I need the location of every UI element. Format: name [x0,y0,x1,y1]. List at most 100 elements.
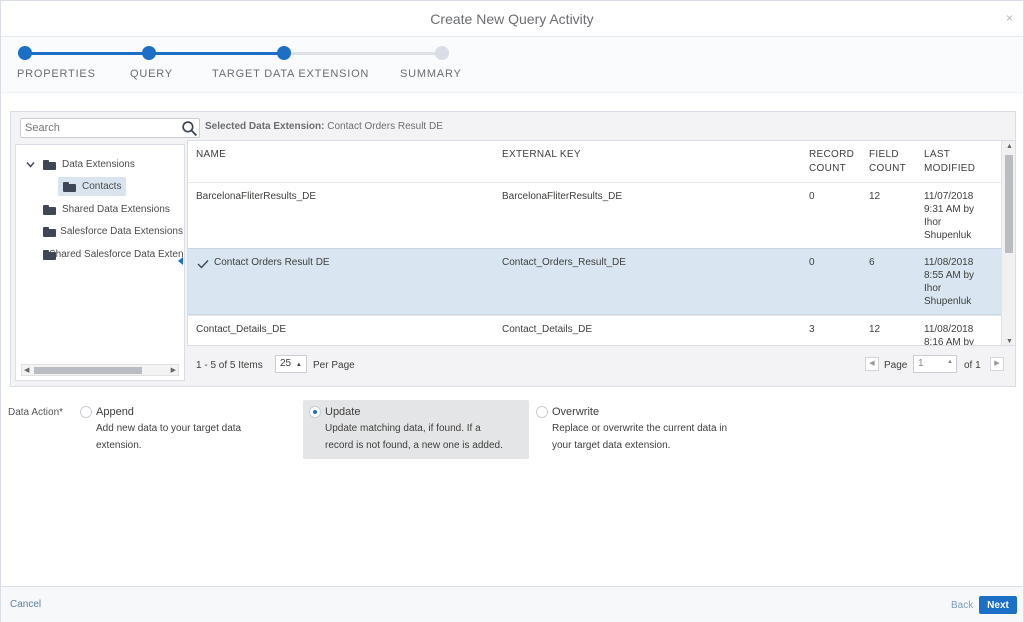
tree-item-shared-data-extensions[interactable]: Shared Data Extensions [43,204,170,215]
step-dot-target-data-extension[interactable] [277,46,291,60]
column-header-last-modified[interactable]: LAST MODIFIED [924,148,975,176]
cell-last-modified: 11/07/2018 9:31 AM by Ihor Shupenluk [924,190,974,242]
column-header-field-count[interactable]: FIELD COUNT [869,148,906,176]
option-append[interactable]: Append Add new data to your target data … [76,400,296,459]
tree-item-contacts[interactable]: Contacts [58,177,127,196]
previous-page-button[interactable]: ◀ [865,357,879,371]
step-dot-summary [435,46,449,60]
description-line: your target data extension. [552,440,671,451]
scroll-left-icon[interactable]: ◀ [24,366,29,374]
option-description: Update matching data, if found. If a rec… [325,420,503,454]
folder-tree-panel: Data Extensions Contacts Shared Data Ext… [15,144,185,381]
cell-external-key: Contact_Orders_Result_DE [502,257,626,268]
option-description: Add new data to your target data extensi… [96,420,241,454]
column-header-external-key[interactable]: EXTERNAL KEY [502,148,581,162]
modified-line: 8:16 AM by [924,337,975,346]
items-count: 1 - 5 of 5 Items [196,360,263,371]
close-icon[interactable]: × [1006,11,1013,25]
modal-footer: Cancel Back Next [1,586,1023,622]
folder-icon [43,226,57,237]
search-box[interactable] [20,118,200,138]
step-label-target-data-extension[interactable]: TARGET DATA EXTENSION [212,68,369,80]
column-header-name[interactable]: NAME [196,148,226,162]
update-radio[interactable] [309,406,321,418]
overwrite-radio[interactable] [536,406,548,418]
collapse-panel-icon[interactable] [178,257,183,265]
description-line: extension. [96,440,142,451]
stepper-icon[interactable]: ▲ [947,359,953,365]
table-row[interactable]: Contact_Details_DE Contact_Details_DE 3 … [188,315,1001,346]
scrollbar-thumb[interactable] [1005,155,1013,253]
description-line: record is not found, a new one is added. [325,440,503,451]
column-header-line: LAST [924,149,951,160]
modified-line: 11/08/2018 [924,257,974,268]
cell-external-key: Contact_Details_DE [502,324,593,335]
modified-line: 9:31 AM by [924,204,975,215]
page-total: of 1 [964,360,981,371]
description-line: Update matching data, if found. If a [325,423,481,434]
table-row[interactable]: Contact Orders Result DE Contact_Orders_… [188,248,1001,315]
modified-line: Shupenluk [924,296,972,307]
tree-horizontal-scrollbar[interactable]: ◀ ▶ [21,364,179,376]
step-dot-query[interactable] [142,46,156,60]
query-activity-modal: Create New Query Activity × PROPERTIES Q… [0,0,1024,622]
tree-item-salesforce-data-extensions[interactable]: Salesforce Data Extensions [43,226,183,237]
tree-item-label: Shared Data Extensions [62,204,170,215]
back-button[interactable]: Back [951,600,973,611]
next-button[interactable]: Next [979,596,1017,614]
scroll-up-icon[interactable]: ▲ [1006,143,1013,150]
search-icon[interactable] [181,120,198,137]
selected-data-extension: Selected Data Extension: Contact Orders … [205,121,443,132]
caret-up-icon: ▲ [295,362,302,368]
cell-name: Contact Orders Result DE [214,257,330,268]
cell-field-count: 12 [869,324,881,335]
tree-item-data-extensions[interactable]: Data Extensions [26,159,135,170]
cell-last-modified: 11/08/2018 8:55 AM by Ihor Shupenluk [924,256,974,308]
cell-record-count: 0 [809,257,815,268]
cancel-button[interactable]: Cancel [10,599,41,610]
cell-last-modified: 11/08/2018 8:16 AM by [924,323,975,346]
description-line: Replace or overwrite the current data in [552,423,728,434]
tree-item-label: Contacts [82,181,122,192]
step-label-properties[interactable]: PROPERTIES [17,68,96,80]
scroll-right-icon[interactable]: ▶ [171,366,176,374]
append-radio[interactable] [80,406,92,418]
folder-icon [63,181,76,192]
per-page-value: 25 [280,358,292,369]
cell-field-count: 6 [869,257,875,268]
column-header-line: COUNT [809,163,847,174]
chevron-down-icon[interactable] [26,161,35,168]
modified-line: Ihor [924,217,942,228]
tree-item-shared-salesforce-data-extensions[interactable]: Shared Salesforce Data Extensions [43,249,183,260]
modified-line: 11/07/2018 [924,191,974,202]
search-input[interactable] [21,119,171,137]
per-page-select[interactable]: 25 ▲ [275,355,307,373]
option-title: Append [96,406,134,418]
cell-name: Contact_Details_DE [196,324,287,335]
step-dot-properties[interactable] [18,46,32,60]
cell-name: BarcelonaFliterResults_DE [196,191,317,202]
step-label-query[interactable]: QUERY [130,68,173,80]
next-page-button[interactable]: ▶ [990,357,1004,371]
table-vertical-scrollbar[interactable]: ▲ ▼ [1001,141,1015,345]
option-update[interactable]: Update Update matching data, if found. I… [303,400,529,459]
modified-line: 11/08/2018 [924,324,974,335]
progress-track-remaining [283,52,443,55]
page-label: Page [884,360,908,371]
wizard-progress: PROPERTIES QUERY TARGET DATA EXTENSION S… [1,37,1023,93]
modal-title: Create New Query Activity [430,10,594,27]
modified-line: Shupenluk [924,230,972,241]
page-number-input[interactable]: 1 ▲ [913,355,957,373]
scrollbar-thumb[interactable] [34,367,142,374]
scroll-down-icon[interactable]: ▼ [1006,338,1013,345]
data-extension-table: NAME EXTERNAL KEY RECORD COUNT FIELD COU… [187,140,1016,346]
step-label-summary: SUMMARY [400,68,462,80]
table-pager: 1 - 5 of 5 Items 25 ▲ Per Page ◀ Page 1 … [187,346,1016,384]
option-overwrite[interactable]: Overwrite Replace or overwrite the curre… [533,400,763,459]
table-row[interactable]: BarcelonaFliterResults_DE BarcelonaFlite… [188,182,1001,248]
data-extension-picker: Selected Data Extension: Contact Orders … [10,111,1016,387]
modal-header: Create New Query Activity × [1,1,1023,37]
column-header-record-count[interactable]: RECORD COUNT [809,148,854,176]
option-title: Overwrite [552,406,600,418]
modified-line: Ihor [924,283,942,294]
